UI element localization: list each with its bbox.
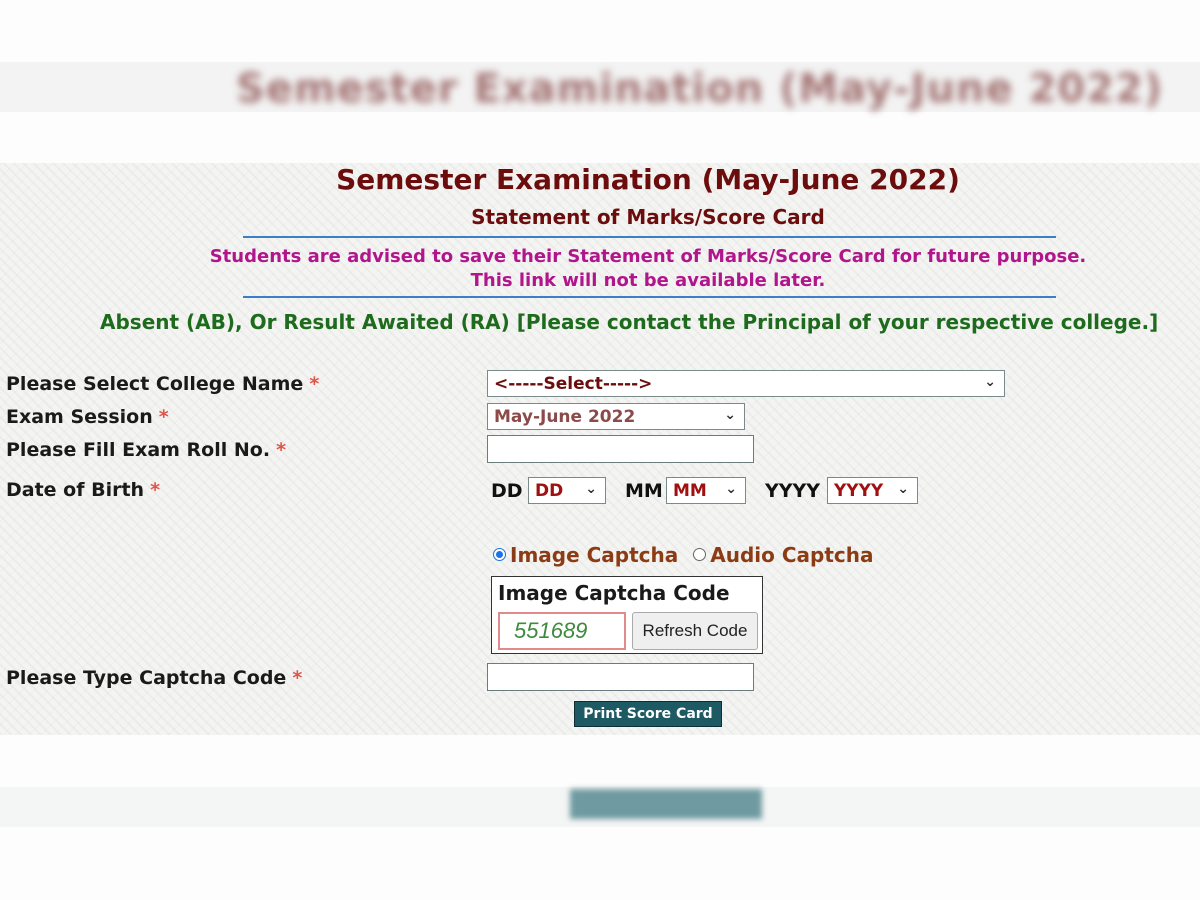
dob-month-label: MM xyxy=(625,480,663,502)
radio-audio-captcha[interactable]: Audio Captcha xyxy=(693,543,873,567)
required-mark: * xyxy=(150,479,161,501)
info-message: Absent (AB), Or Result Awaited (RA) [Ple… xyxy=(100,310,1159,334)
notice-line-1: Students are advised to save their State… xyxy=(209,246,1087,267)
captcha-code-image: 551689 xyxy=(498,612,626,650)
chevron-down-icon: ⌄ xyxy=(897,481,909,497)
dob-year-value: YYYY xyxy=(834,481,884,501)
college-select[interactable]: <-----Select-----> ⌄ xyxy=(487,370,1005,397)
blurred-button xyxy=(570,789,762,819)
captcha-input-label: Please Type Captcha Code * xyxy=(6,667,302,689)
captcha-input-label-text: Please Type Captcha Code xyxy=(6,667,287,689)
radio-checked-icon[interactable] xyxy=(493,548,506,561)
captcha-box-title: Image Captcha Code xyxy=(498,581,730,605)
chevron-down-icon: ⌄ xyxy=(725,481,737,497)
college-select-value: <-----Select-----> xyxy=(494,374,653,394)
print-score-card-button[interactable]: Print Score Card xyxy=(574,701,722,727)
radio-image-captcha-label[interactable]: Image Captcha xyxy=(510,543,678,567)
refresh-code-button[interactable]: Refresh Code xyxy=(632,612,758,650)
college-label-text: Please Select College Name xyxy=(6,373,304,395)
dob-year-select[interactable]: YYYY ⌄ xyxy=(827,477,918,504)
dob-month-value: MM xyxy=(673,481,707,501)
dob-year-label: YYYY xyxy=(765,480,821,502)
notice-line-2: This link will not be available later. xyxy=(470,270,826,291)
dob-day-value: DD xyxy=(535,481,564,501)
roll-no-label: Please Fill Exam Roll No. * xyxy=(6,439,286,461)
radio-image-captcha[interactable]: Image Captcha xyxy=(493,543,678,567)
required-mark: * xyxy=(276,439,286,461)
blurred-header-band: Semester Examination (May-June 2022) xyxy=(0,62,1200,112)
page-title: Semester Examination (May-June 2022) xyxy=(336,163,960,196)
dob-day-label: DD xyxy=(491,480,523,502)
roll-no-label-text: Please Fill Exam Roll No. xyxy=(6,439,271,461)
radio-audio-captcha-label[interactable]: Audio Captcha xyxy=(710,543,873,567)
blurred-footer-band xyxy=(0,787,1200,827)
dob-month-select[interactable]: MM ⌄ xyxy=(666,477,746,504)
session-select[interactable]: May-June 2022 ⌄ xyxy=(487,403,745,430)
page-subtitle: Statement of Marks/Score Card xyxy=(471,205,825,229)
dob-day-select[interactable]: DD ⌄ xyxy=(528,477,606,504)
chevron-down-icon: ⌄ xyxy=(585,481,597,497)
chevron-down-icon: ⌄ xyxy=(724,407,736,423)
captcha-type-group: Image Captcha Audio Captcha xyxy=(493,543,873,567)
session-label-text: Exam Session xyxy=(6,406,153,428)
roll-no-input[interactable] xyxy=(487,435,754,463)
divider-top xyxy=(243,236,1056,238)
captcha-input[interactable] xyxy=(487,663,754,691)
session-label: Exam Session * xyxy=(6,406,169,428)
required-mark: * xyxy=(158,406,169,428)
radio-unchecked-icon[interactable] xyxy=(693,548,707,561)
college-label: Please Select College Name * xyxy=(6,373,319,395)
session-select-value: May-June 2022 xyxy=(494,407,636,427)
result-form-page: Semester Examination (May-June 2022) Sta… xyxy=(0,163,1200,735)
required-mark: * xyxy=(292,667,303,689)
blurred-header-text: Semester Examination (May-June 2022) xyxy=(236,66,1164,112)
captcha-box: Image Captcha Code 551689 Refresh Code xyxy=(491,576,763,654)
divider-bottom xyxy=(243,296,1056,298)
required-mark: * xyxy=(309,373,320,395)
dob-label-text: Date of Birth xyxy=(6,479,145,501)
chevron-down-icon: ⌄ xyxy=(984,374,996,390)
dob-label: Date of Birth * xyxy=(6,479,160,501)
